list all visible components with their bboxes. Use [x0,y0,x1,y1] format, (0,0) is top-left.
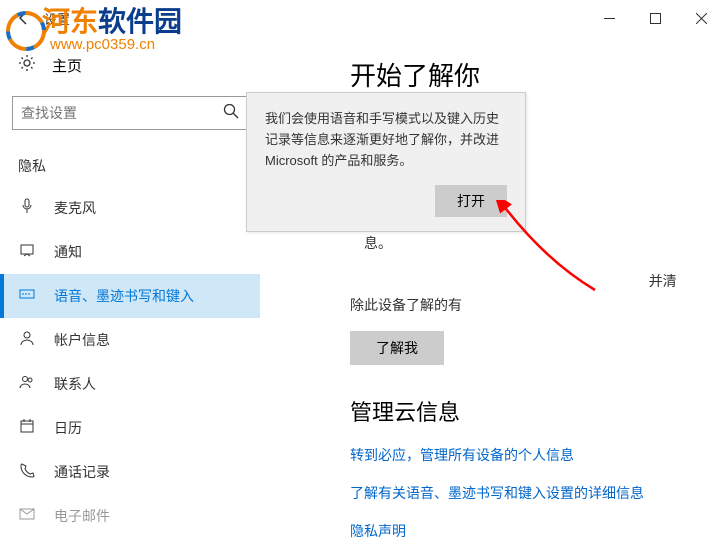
nav-label: 通知 [54,242,82,262]
phone-icon [18,462,36,482]
dialog-text: 我们会使用语音和手写模式以及键入历史记录等信息来逐渐更好地了解你，并改进 Mic… [265,109,507,171]
sidebar-item-email[interactable]: 电子邮件 [0,494,260,538]
contacts-icon [18,374,36,394]
sidebar: 主页 隐私 麦克风 通知 语音、墨迹书写和键入 帐户信息 [0,36,260,539]
dialog-popup: 我们会使用语音和手写模式以及键入历史记录等信息来逐渐更好地了解你，并改进 Mic… [246,92,526,232]
keyboard-icon [18,286,36,306]
page-heading: 开始了解你 [350,56,684,93]
notification-icon [18,242,36,262]
learn-me-button[interactable]: 了解我 [350,331,444,365]
minimize-button[interactable] [586,2,632,34]
nav-label: 联系人 [54,374,96,394]
sidebar-item-account[interactable]: 帐户信息 [0,318,260,362]
maximize-button[interactable] [632,2,678,34]
titlebar: 设置 [0,0,724,36]
email-icon [18,506,36,526]
window-title: 设置 [44,9,70,28]
nav-label: 麦克风 [54,198,96,218]
link-bing-personal[interactable]: 转到必应，管理所有设备的个人信息 [350,445,684,465]
calendar-icon [18,418,36,438]
link-speech-settings[interactable]: 了解有关语音、墨迹书写和键入设置的详细信息 [350,483,684,503]
nav-label: 语音、墨迹书写和键入 [54,286,194,306]
home-label: 主页 [52,55,82,76]
home-nav-item[interactable]: 主页 [0,44,260,86]
body-text-2: Microsoft 的产品和服务和手写模式以及键入历史并清除此设备了解的有 [350,270,684,318]
sidebar-item-speech-inking[interactable]: 语音、墨迹书写和键入 [0,274,260,318]
section-heading: 管理云信息 [350,395,684,427]
dialog-open-button[interactable]: 打开 [435,185,507,217]
back-button[interactable] [12,6,36,30]
microphone-icon [18,198,36,218]
sidebar-item-microphone[interactable]: 麦克风 [0,186,260,230]
nav-label: 帐户信息 [54,330,110,350]
close-button[interactable] [678,2,724,34]
search-input[interactable] [21,105,223,121]
nav-label: 日历 [54,418,82,438]
gear-icon [18,54,36,76]
nav-label: 电子邮件 [54,506,110,526]
search-icon [223,103,239,124]
account-icon [18,330,36,350]
search-box[interactable] [12,96,248,130]
nav-list: 麦克风 通知 语音、墨迹书写和键入 帐户信息 联系人 日历 [0,186,260,538]
sidebar-item-callhistory[interactable]: 通话记录 [0,450,260,494]
sidebar-item-contacts[interactable]: 联系人 [0,362,260,406]
sidebar-item-calendar[interactable]: 日历 [0,406,260,450]
category-label: 隐私 [0,138,260,186]
nav-label: 通话记录 [54,462,110,482]
link-privacy[interactable]: 隐私声明 [350,521,684,541]
sidebar-item-notifications[interactable]: 通知 [0,230,260,274]
